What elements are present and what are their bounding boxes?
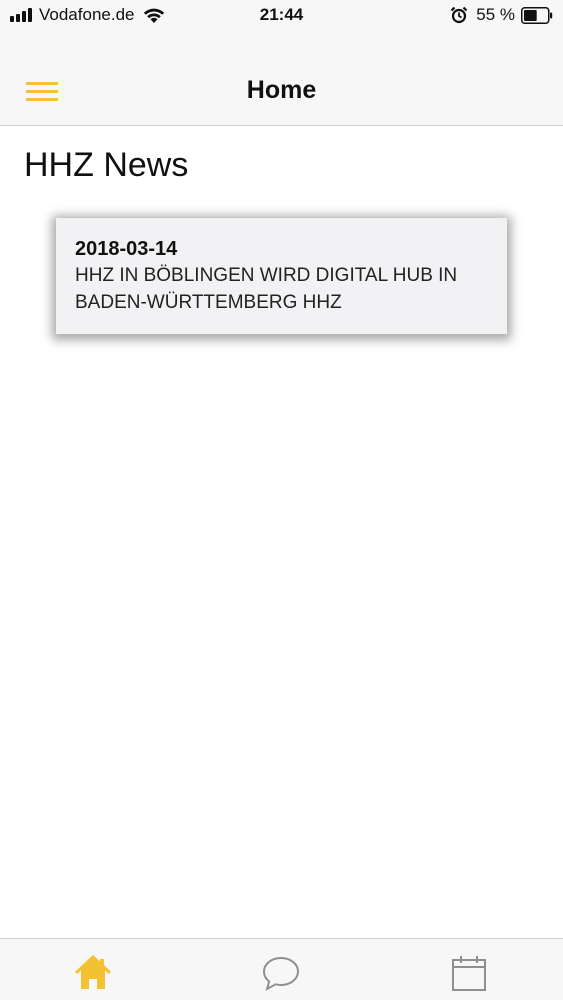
status-right: 55 % [450,5,553,25]
alarm-icon [450,6,468,24]
news-date: 2018-03-14 [75,238,178,260]
home-icon [75,955,111,989]
tab-bar [0,938,563,1000]
news-card[interactable]: 2018-03-14 HHZ IN BÖBLINGEN WIRD DIGITAL… [56,218,507,334]
tab-calendar[interactable] [449,953,489,993]
battery-icon [521,6,553,24]
calendar-icon [452,956,486,991]
news-title: HHZ IN BÖBLINGEN WIRD DIGITAL HUB IN BAD… [75,265,458,313]
chat-icon [262,956,300,992]
nav-title: Home [246,76,317,104]
status-bar: Vodafone.de 21:44 55 % [0,0,563,32]
page-title: HHZ News [24,146,189,184]
app-screen: Vodafone.de 21:44 55 % Home HHZ News 201… [0,0,563,1000]
tab-home[interactable] [73,953,113,993]
tab-chat[interactable] [261,953,301,993]
navigation-bar: Home [0,32,563,126]
battery-percent: 55 % [476,5,515,24]
